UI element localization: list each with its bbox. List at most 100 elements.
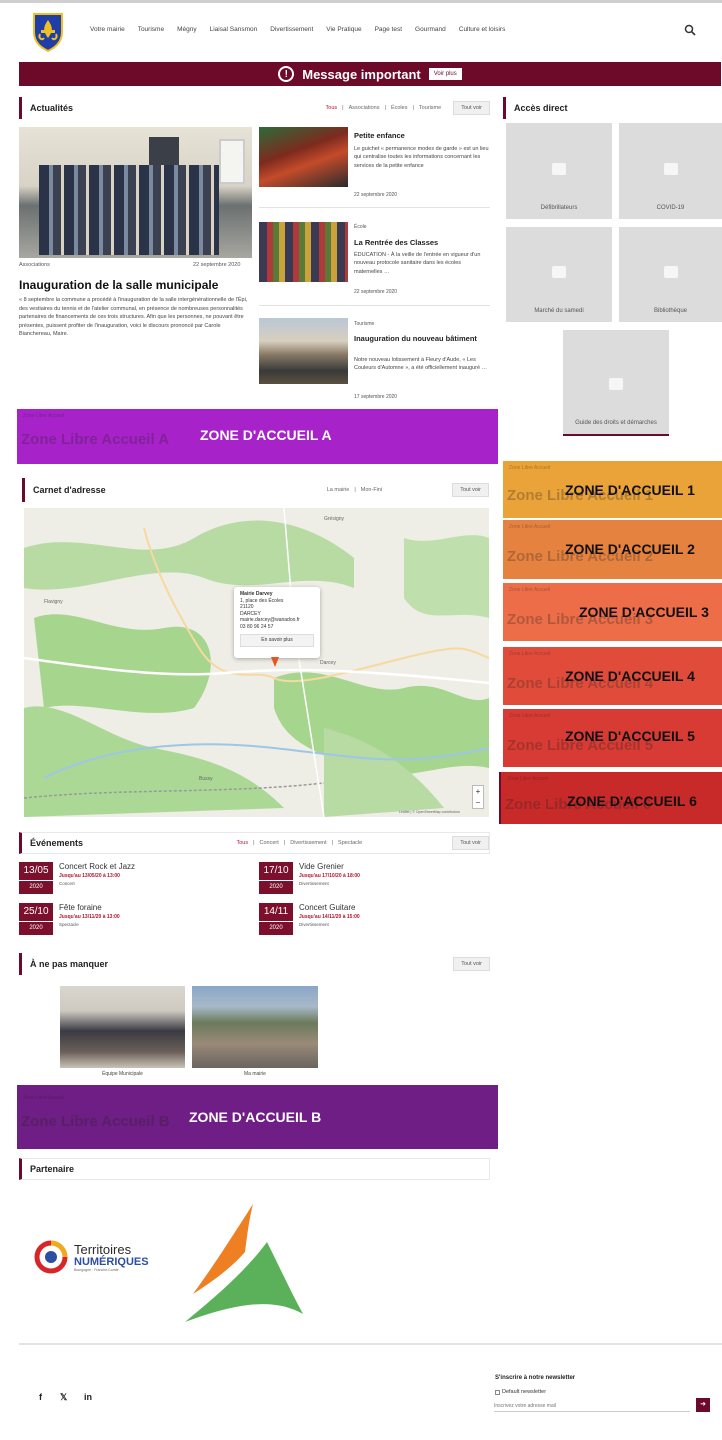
event-card[interactable]: 25/10 2020 Fête foraine Jusqu'au 13/11/20 … <box>19 903 120 935</box>
popup-phone: 03 80 96 24 57 <box>240 623 274 630</box>
zone-accueil-1[interactable]: Zone Libre Accueil Zone Libre Accueil 1 … <box>503 461 722 518</box>
zone-label: ZONE D'ACCUEIL 6 <box>567 793 697 809</box>
tile-covid[interactable]: COVID-19 <box>619 123 722 219</box>
event-card[interactable]: 17/10 2020 Vide Grenier Jusqu'au 17/10/20 … <box>259 862 360 894</box>
partner-logo-territoires-numeriques[interactable]: Territoires NUMÉRIQUES Bourgogne · Franc… <box>34 1240 149 1274</box>
event-name[interactable]: Concert Guitare <box>299 903 360 912</box>
nav-item-vie-pratique[interactable]: Vie Pratique <box>326 26 361 33</box>
virus-icon <box>663 163 678 175</box>
filter-la-mairie[interactable]: La mairie <box>327 487 350 493</box>
filter-tous[interactable]: Tous <box>326 105 338 111</box>
event-until: Jusqu'au 13/05/20 à 13:00 <box>59 873 120 879</box>
event-name[interactable]: Concert Rock et Jazz <box>59 862 135 871</box>
main-news-title[interactable]: Inauguration de la salle municipale <box>19 278 218 292</box>
zone-accueil-4[interactable]: Zone Libre Accueil Zone Libre Accueil 4 … <box>503 647 722 705</box>
message-more-button[interactable]: Voir plus <box>428 68 462 80</box>
facebook-icon[interactable]: f <box>39 1392 42 1402</box>
nav-item-gourmand[interactable]: Gourmand <box>415 26 446 33</box>
event-card[interactable]: 13/05 2020 Concert Rock et Jazz Jusqu'au 1… <box>19 862 135 894</box>
zone-label: ZONE D'ACCUEIL A <box>200 427 332 443</box>
filter-ecoles[interactable]: Écoles <box>391 105 408 111</box>
events-title: Événements <box>30 838 84 848</box>
dont-miss-see-all-button[interactable]: Tout voir <box>453 957 490 971</box>
photo-caption[interactable]: Ma mairie <box>192 1071 318 1077</box>
zoom-in-button[interactable]: + <box>473 786 483 797</box>
nav-item-page-test[interactable]: Page test <box>375 26 402 33</box>
zone-accueil-5[interactable]: Zone Libre Accueil Zone Libre Accueil 5 … <box>503 709 722 767</box>
event-name[interactable]: Fête foraine <box>59 903 120 912</box>
tile-bibliotheque[interactable]: Bibliothèque <box>619 227 722 322</box>
zone-accueil-2[interactable]: Zone Libre Accueil Zone Libre Accueil 2 … <box>503 520 722 579</box>
zone-ghost-small: Zone Libre Accueil <box>507 776 549 782</box>
message-title: Message important <box>302 66 421 82</box>
main-news-image[interactable] <box>19 127 252 258</box>
newsletter-submit-button[interactable]: ➜ <box>696 1398 710 1412</box>
popup-more-button[interactable]: En savoir plus <box>240 634 314 647</box>
news-title: Actualités <box>30 103 74 113</box>
zoom-out-button[interactable]: − <box>473 797 483 808</box>
zone-accueil-6[interactable]: Zone Libre Accueil Zone Libre Accueil 6 … <box>499 772 722 824</box>
nav-item-votre-mairie[interactable]: Votre mairie <box>90 26 125 33</box>
nav-item-tourisme[interactable]: Tourisme <box>138 26 164 33</box>
news-item-title[interactable]: La Rentrée des Classes <box>354 238 489 247</box>
coat-of-arms-logo[interactable] <box>30 10 66 52</box>
news-thumb-petite-enfance[interactable] <box>259 127 348 187</box>
map-marker-icon[interactable] <box>270 656 280 668</box>
news-thumb-batiment[interactable] <box>259 318 348 384</box>
filter-divertissement[interactable]: Divertissement <box>290 840 326 846</box>
nav-item-liaisal[interactable]: Liaisal Sansmon <box>210 26 258 33</box>
tile-defibrillateurs[interactable]: Défibrillateurs <box>506 123 612 219</box>
map-attribution[interactable]: Leaflet | © OpenStreetMap contributors <box>399 810 460 814</box>
photo-caption[interactable]: Équipe Municipale <box>60 1071 185 1077</box>
news-item-title[interactable]: Inauguration du nouveau bâtiment <box>354 334 489 343</box>
zone-label: ZONE D'ACCUEIL 1 <box>565 482 695 498</box>
zone-accueil-b[interactable]: Zone Libre Accueil Zone Libre Accueil B … <box>17 1085 498 1149</box>
address-book-title: Carnet d'adresse <box>33 485 106 495</box>
photo-equipe-municipale[interactable] <box>60 986 185 1068</box>
newsletter-email-input[interactable] <box>494 1400 690 1412</box>
tile-marche[interactable]: Marché du samedi <box>506 227 612 322</box>
event-name[interactable]: Vide Grenier <box>299 862 360 871</box>
main-news-date: 22 septembre 2020 <box>193 262 241 268</box>
newsletter-default-checkbox-row[interactable]: Default newsletter <box>495 1389 546 1395</box>
filter-mon-fini[interactable]: Mon-Fini <box>361 487 382 493</box>
book-icon <box>663 266 678 278</box>
dont-miss-header: À ne pas manquer Tout voir <box>19 953 490 975</box>
heart-icon <box>552 163 566 175</box>
zone-accueil-3[interactable]: Zone Libre Accueil Zone Libre Accueil 3 … <box>503 583 722 641</box>
linkedin-icon[interactable]: in <box>84 1392 92 1402</box>
photo-ma-mairie[interactable] <box>192 986 318 1068</box>
tile-guide-droits[interactable]: Guide des droits et démarches <box>563 330 669 436</box>
alert-icon: ! <box>278 66 295 82</box>
arrow-icon: ➜ <box>700 1401 706 1408</box>
event-card[interactable]: 14/11 2020 Concert Guitare Jusqu'au 14/11/… <box>259 903 360 935</box>
nav-item-culture[interactable]: Culture et loisirs <box>459 26 506 33</box>
twitter-icon[interactable]: 𝕏 <box>60 1392 67 1403</box>
map-popup: Mairie Darvey 1, place des Écoles 21120 … <box>234 587 320 658</box>
news-item-category[interactable]: École <box>354 224 367 230</box>
address-book-see-all-button[interactable]: Tout voir <box>452 483 489 497</box>
news-item-category[interactable]: Tourisme <box>354 321 374 327</box>
newsletter-checkbox[interactable] <box>495 1389 500 1395</box>
news-thumb-rentree[interactable] <box>259 222 348 282</box>
partner-logo-triangle[interactable] <box>175 1202 303 1324</box>
filter-spectacle[interactable]: Spectacle <box>338 840 362 846</box>
important-message-bar: ! Message important Voir plus <box>19 62 721 86</box>
zone-label: ZONE D'ACCUEIL 2 <box>565 541 695 557</box>
events-see-all-button[interactable]: Tout voir <box>452 836 489 850</box>
filter-tous[interactable]: Tous <box>236 840 248 846</box>
newsletter-default-label: Default newsletter <box>502 1389 547 1395</box>
news-item-title[interactable]: Petite enfance <box>354 131 489 140</box>
map-tiles[interactable]: Flavigny Grésigny Darcey Bussy Leaflet |… <box>24 508 489 817</box>
nav-item-megny[interactable]: Mégny <box>177 26 197 33</box>
filter-tourisme[interactable]: Tourisme <box>419 105 441 111</box>
main-news-category[interactable]: Associations <box>19 262 50 268</box>
news-see-all-button[interactable]: Tout voir <box>453 101 490 115</box>
nav-item-divertissement[interactable]: Divertissement <box>270 26 313 33</box>
zone-accueil-a[interactable]: Zone Libre Accueil Zone Libre Accueil A … <box>17 409 498 464</box>
filter-concert[interactable]: Concert <box>260 840 279 846</box>
filter-associations[interactable]: Associations <box>349 105 380 111</box>
search-icon[interactable] <box>684 24 696 36</box>
newsletter-title: S'inscrire à notre newsletter <box>495 1375 576 1381</box>
address-map[interactable]: Flavigny Grésigny Darcey Bussy Leaflet |… <box>24 508 489 817</box>
